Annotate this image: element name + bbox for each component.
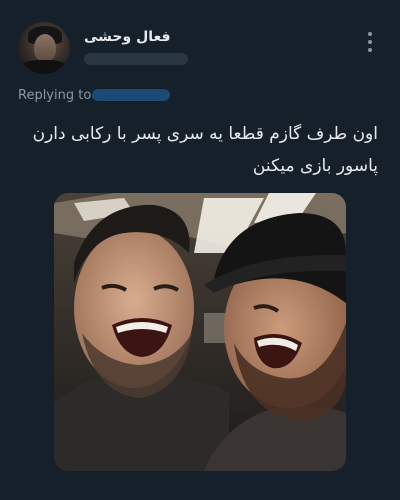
tweet-text-line-1: اون طرف گازم قطعا یه سری پسر با رکابی دا… <box>32 124 378 144</box>
more-dot <box>368 48 372 52</box>
replying-to-handle-blurred[interactable] <box>92 89 170 101</box>
author-name[interactable]: فعال وحشی <box>84 29 171 45</box>
avatar-face <box>34 34 56 62</box>
author-handle-blurred[interactable] <box>84 53 188 65</box>
tweet-card[interactable]: فعال وحشی Replying to اون طرف گازم قطعا … <box>0 0 400 500</box>
photo-two-men-laughing <box>54 193 346 471</box>
tweet-text: اون طرف گازم قطعا یه سری پسر با رکابی دا… <box>18 118 378 182</box>
avatar[interactable] <box>18 22 70 74</box>
tweet-text-line-2: پاسور بازی میکنن <box>252 156 378 176</box>
avatar-shirt <box>20 60 68 74</box>
more-dot <box>368 32 372 36</box>
tweet-media-image[interactable] <box>54 193 346 471</box>
more-vertical-icon[interactable] <box>362 32 378 52</box>
more-dot <box>368 40 372 44</box>
replying-to-label: Replying to <box>18 88 92 103</box>
